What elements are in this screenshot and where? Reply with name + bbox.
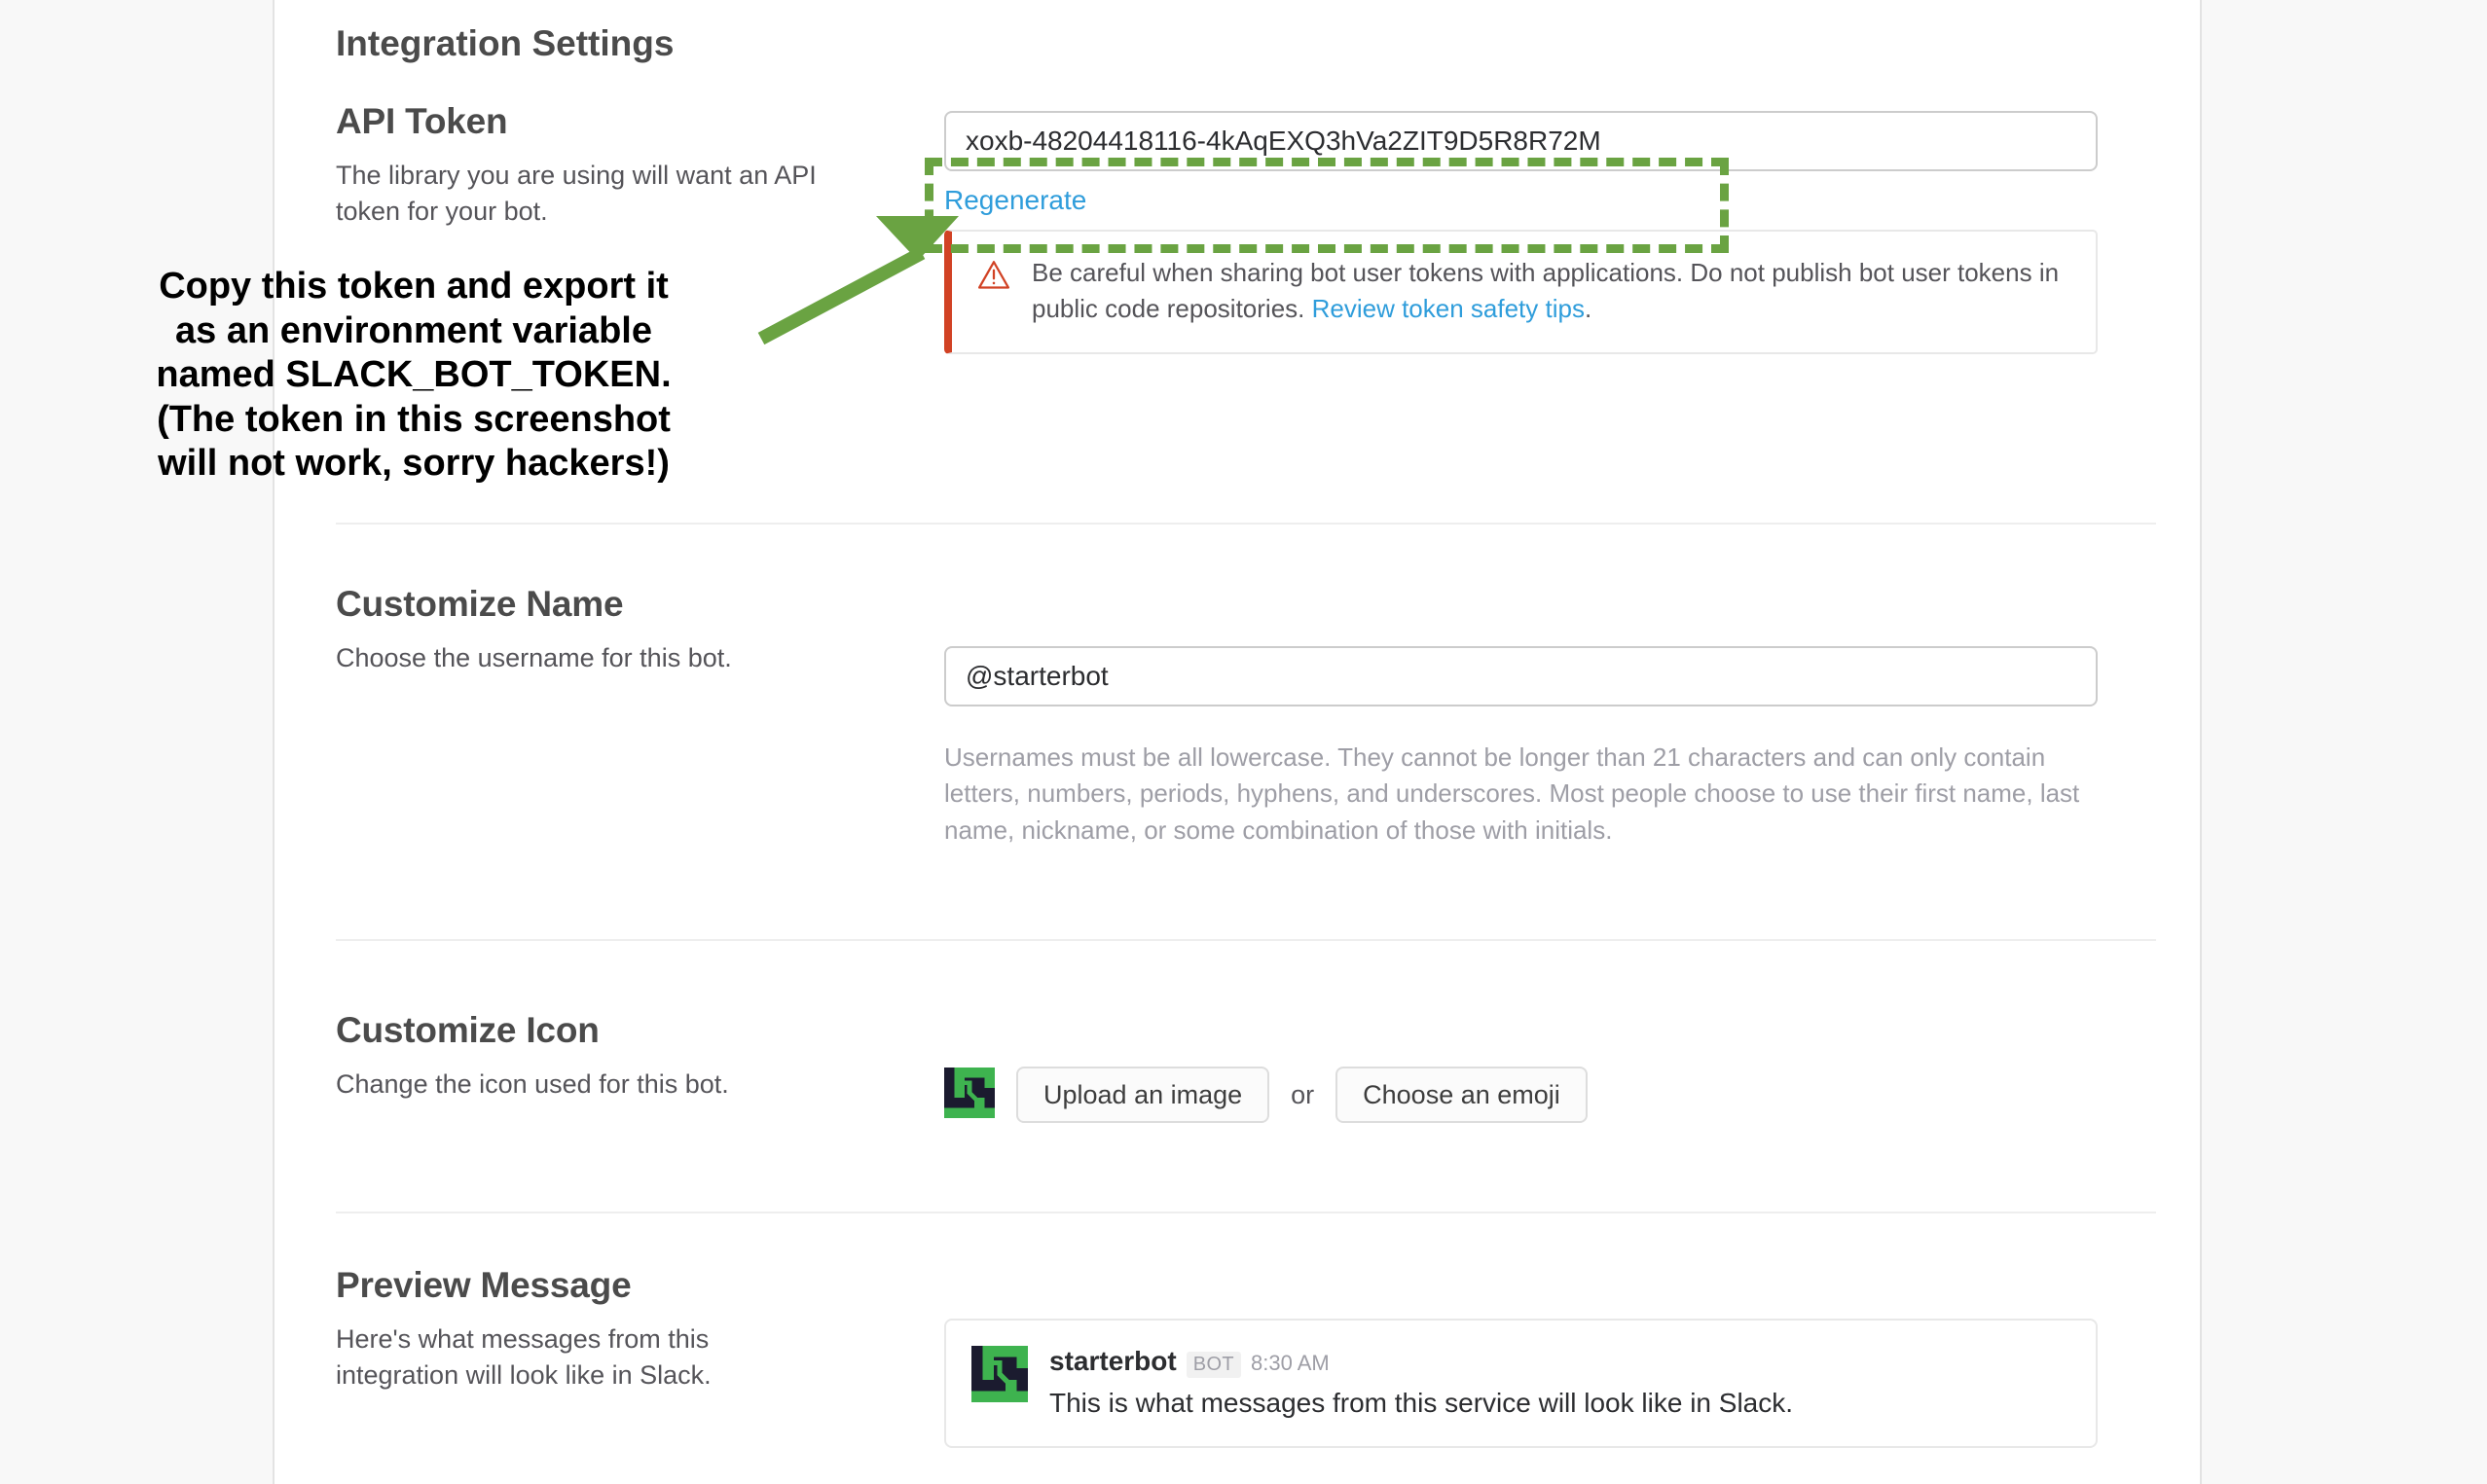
customize-name-description: Choose the username for this bot. (336, 643, 732, 672)
preview-message-heading: Preview Message (336, 1265, 632, 1305)
customize-name-info: Customize Name Choose the username for t… (336, 584, 920, 676)
customize-icon-description: Change the icon used for this bot. (336, 1069, 729, 1099)
preview-message-content: starterbot BOT 8:30 AM This is what mess… (1049, 1346, 1793, 1419)
api-token-value: xoxb-48204418116-4kAqEXQ3hVa2ZIT9D5R8R72… (966, 126, 1601, 156)
api-token-input[interactable]: xoxb-48204418116-4kAqEXQ3hVa2ZIT9D5R8R72… (944, 111, 2098, 171)
token-warning-text: Be careful when sharing bot user tokens … (1032, 255, 2070, 327)
api-token-controls: xoxb-48204418116-4kAqEXQ3hVa2ZIT9D5R8R72… (944, 101, 2098, 354)
preview-message-controls: starterbot BOT 8:30 AM This is what mess… (944, 1319, 2098, 1448)
customize-icon-heading: Customize Icon (336, 1010, 600, 1050)
customize-icon-info: Customize Icon Change the icon used for … (336, 1010, 920, 1103)
divider-after-customize-name (336, 939, 2156, 941)
divider-after-api-token (336, 523, 2156, 525)
starterbot-avatar-icon (971, 1346, 1028, 1407)
starterbot-avatar-icon (944, 1067, 995, 1123)
token-warning-callout: Be careful when sharing bot user tokens … (944, 230, 2098, 354)
username-input[interactable]: @starterbot (944, 646, 2098, 706)
api-token-info: API Token The library you are using will… (336, 101, 920, 230)
right-page-gutter (2202, 0, 2487, 1484)
username-helper-text: Usernames must be all lowercase. They ca… (944, 742, 2080, 845)
regenerate-token-link[interactable]: Regenerate (944, 185, 1086, 215)
left-page-gutter (0, 0, 273, 1484)
customize-icon-controls: Upload an image or Choose an emoji (944, 1067, 2098, 1123)
token-warning-text-part2: . (1584, 293, 1592, 323)
review-token-safety-tips-link[interactable]: Review token safety tips (1312, 294, 1585, 323)
upload-image-button[interactable]: Upload an image (1016, 1067, 1270, 1123)
bot-badge: BOT (1186, 1352, 1242, 1378)
preview-bot-name: starterbot (1049, 1346, 1177, 1376)
preview-message-description: Here's what messages from this integrati… (336, 1324, 712, 1390)
warning-triangle-icon (977, 259, 1010, 295)
preview-message-header: starterbot BOT 8:30 AM (1049, 1346, 1793, 1378)
choose-emoji-button[interactable]: Choose an emoji (1335, 1067, 1588, 1123)
api-token-heading: API Token (336, 101, 508, 141)
customize-name-controls: @starterbot Usernames must be all lowerc… (944, 584, 2098, 849)
api-token-description: The library you are using will want an A… (336, 161, 817, 226)
preview-message-info: Preview Message Here's what messages fro… (336, 1265, 920, 1394)
divider-after-customize-icon (336, 1212, 2156, 1213)
page-title: Integration Settings (336, 23, 675, 63)
or-separator-label: or (1291, 1079, 1315, 1109)
preview-timestamp: 8:30 AM (1251, 1351, 1330, 1375)
preview-message-box: starterbot BOT 8:30 AM This is what mess… (944, 1319, 2098, 1448)
preview-message-text: This is what messages from this service … (1049, 1388, 1794, 1418)
username-value: @starterbot (966, 661, 1109, 691)
customize-name-heading: Customize Name (336, 584, 624, 624)
